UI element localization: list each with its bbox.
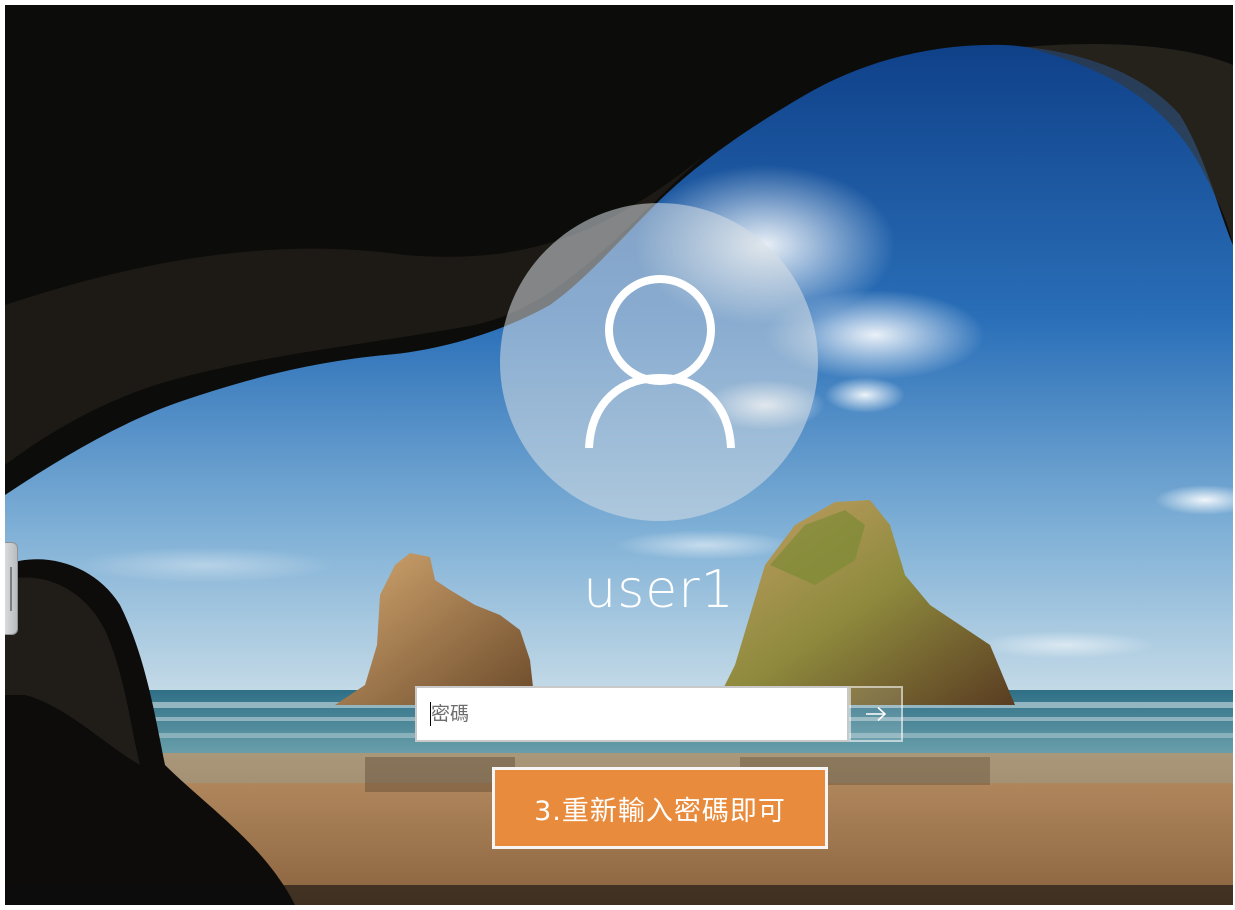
user-silhouette-icon — [585, 275, 735, 449]
lock-screen: user1 3.重新輸入密碼即可 — [5, 5, 1233, 905]
username-label: user1 — [583, 560, 735, 620]
user-avatar — [500, 203, 818, 521]
arrow-right-icon — [866, 706, 887, 722]
submit-button[interactable] — [849, 686, 903, 742]
instruction-text: 3.重新輸入密碼即可 — [495, 770, 825, 846]
instruction-callout: 3.重新輸入密碼即可 — [492, 767, 828, 849]
side-pull-tab[interactable] — [5, 542, 18, 635]
password-input[interactable] — [415, 686, 849, 742]
text-caret — [430, 702, 431, 726]
